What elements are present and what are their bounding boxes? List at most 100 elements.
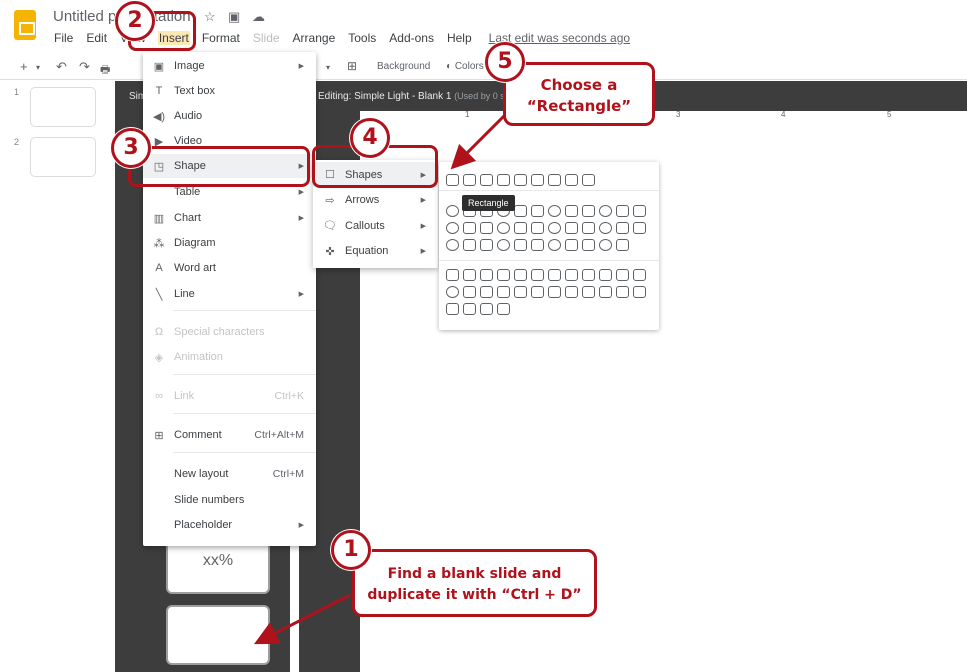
shape-option-icon[interactable] [531, 222, 544, 234]
shape-option-icon[interactable] [463, 239, 476, 251]
shape-option-icon[interactable] [582, 174, 595, 186]
shape-option-icon[interactable] [531, 205, 544, 217]
redo-button[interactable]: ↷ [79, 59, 90, 75]
shape-option-icon[interactable] [446, 239, 459, 251]
shape-option-icon[interactable] [548, 239, 561, 251]
shape-option-icon[interactable] [565, 205, 578, 217]
shape-submenu-item-callouts[interactable]: 🗨 Callouts ▶ [313, 213, 438, 238]
rectangle-shape-icon[interactable] [446, 174, 459, 186]
shape-submenu-item-equation[interactable]: ✜ Equation ▶ [313, 239, 438, 264]
menu-arrange[interactable]: Arrange [292, 31, 337, 45]
print-button[interactable]: 🖶 [100, 61, 110, 80]
shape-option-icon[interactable] [616, 222, 629, 234]
shape-option-icon[interactable] [497, 174, 510, 186]
insert-menu-item-new-layout[interactable]: New layout Ctrl+M [143, 462, 316, 486]
shape-option-icon[interactable] [565, 269, 578, 281]
layout-thumbnail[interactable]: xx% [166, 540, 270, 594]
shape-option-icon[interactable] [514, 174, 527, 186]
insert-menu-item-image[interactable]: ▣ Image ▶ [143, 54, 316, 78]
shape-option-icon[interactable] [497, 286, 510, 298]
shape-option-icon[interactable] [531, 239, 544, 251]
shape-option-icon[interactable] [599, 239, 612, 251]
horizontal-ruler[interactable]: 1 2 3 4 5 [360, 110, 967, 122]
shape-option-icon[interactable] [446, 222, 459, 234]
shape-option-icon[interactable] [514, 269, 527, 281]
shape-option-icon[interactable] [616, 205, 629, 217]
shape-option-icon[interactable] [599, 222, 612, 234]
shape-option-icon[interactable] [633, 286, 646, 298]
menu-file[interactable]: File [53, 31, 74, 45]
insert-menu-item-animation[interactable]: ◈ Animation [143, 345, 316, 369]
shape-option-icon[interactable] [463, 303, 476, 315]
shape-option-icon[interactable] [599, 269, 612, 281]
shape-option-icon[interactable] [531, 269, 544, 281]
shape-option-icon[interactable] [582, 286, 595, 298]
insert-menu-item-text-box[interactable]: T Text box [143, 79, 316, 103]
dropdown-icon[interactable]: ▾ [326, 63, 330, 72]
menu-format[interactable]: Format [201, 31, 241, 45]
insert-menu-item-special-characters[interactable]: Ω Special characters [143, 320, 316, 344]
undo-button[interactable]: ↶ [56, 59, 67, 75]
shape-option-icon[interactable] [548, 269, 561, 281]
shape-option-icon[interactable] [548, 222, 561, 234]
shape-option-icon[interactable] [633, 222, 646, 234]
insert-menu-item-link[interactable]: ∞ Link Ctrl+K [143, 384, 316, 408]
shape-option-icon[interactable] [463, 174, 476, 186]
shape-option-icon[interactable] [463, 269, 476, 281]
shape-option-icon[interactable] [565, 286, 578, 298]
shape-option-icon[interactable] [514, 239, 527, 251]
shape-option-icon[interactable] [446, 286, 459, 298]
shape-option-icon[interactable] [497, 222, 510, 234]
shape-option-icon[interactable] [446, 303, 459, 315]
shape-option-icon[interactable] [599, 286, 612, 298]
shape-option-icon[interactable] [633, 269, 646, 281]
shape-option-icon[interactable] [582, 205, 595, 217]
colors-button[interactable]: ◐ Colors [446, 61, 484, 72]
menu-tools[interactable]: Tools [347, 31, 377, 45]
menu-add-ons[interactable]: Add-ons [388, 31, 435, 45]
star-icon[interactable]: ☆ [204, 9, 216, 25]
shape-option-icon[interactable] [582, 269, 595, 281]
shape-option-icon[interactable] [548, 205, 561, 217]
shape-option-icon[interactable] [446, 269, 459, 281]
shape-option-icon[interactable] [582, 239, 595, 251]
insert-menu-item-chart[interactable]: ▥ Chart ▶ [143, 206, 316, 230]
shape-submenu-item-arrows[interactable]: ⇨ Arrows ▶ [313, 188, 438, 213]
shape-option-icon[interactable] [565, 174, 578, 186]
shape-option-icon[interactable] [514, 222, 527, 234]
add-comment-button[interactable]: ⊞ [347, 59, 357, 73]
insert-menu-item-slide-numbers[interactable]: Slide numbers [143, 488, 316, 512]
insert-menu-item-comment[interactable]: ⊞ Comment Ctrl+Alt+M [143, 423, 316, 447]
shape-option-icon[interactable] [548, 174, 561, 186]
insert-menu-item-placeholder[interactable]: Placeholder ▶ [143, 513, 316, 537]
insert-menu-item-line[interactable]: ╲ Line ▶ [143, 282, 316, 306]
shape-option-icon[interactable] [582, 222, 595, 234]
shape-option-icon[interactable] [531, 174, 544, 186]
menu-edit[interactable]: Edit [85, 31, 108, 45]
shape-option-icon[interactable] [616, 239, 629, 251]
shape-option-icon[interactable] [616, 286, 629, 298]
shape-option-icon[interactable] [480, 286, 493, 298]
shape-option-icon[interactable] [480, 174, 493, 186]
shape-option-icon[interactable] [480, 239, 493, 251]
shape-option-icon[interactable] [497, 239, 510, 251]
new-slide-dropdown-icon[interactable]: ▾ [36, 63, 40, 72]
shape-option-icon[interactable] [565, 222, 578, 234]
shape-option-icon[interactable] [480, 222, 493, 234]
cloud-status-icon[interactable]: ☁ [252, 9, 265, 25]
shape-option-icon[interactable] [633, 205, 646, 217]
slide-thumbnail-1[interactable] [30, 87, 96, 127]
shape-option-icon[interactable] [565, 239, 578, 251]
background-button[interactable]: Background [377, 61, 430, 72]
blank-layout-thumbnail[interactable] [166, 605, 270, 665]
shape-option-icon[interactable] [548, 286, 561, 298]
menu-help[interactable]: Help [446, 31, 473, 45]
insert-menu-item-audio[interactable]: ◀) Audio [143, 104, 316, 128]
shape-option-icon[interactable] [463, 286, 476, 298]
insert-menu-item-word-art[interactable]: A Word art [143, 256, 316, 280]
menu-slide[interactable]: Slide [252, 31, 281, 45]
shape-option-icon[interactable] [497, 303, 510, 315]
shape-option-icon[interactable] [446, 205, 459, 217]
shape-option-icon[interactable] [497, 269, 510, 281]
shape-option-icon[interactable] [480, 303, 493, 315]
